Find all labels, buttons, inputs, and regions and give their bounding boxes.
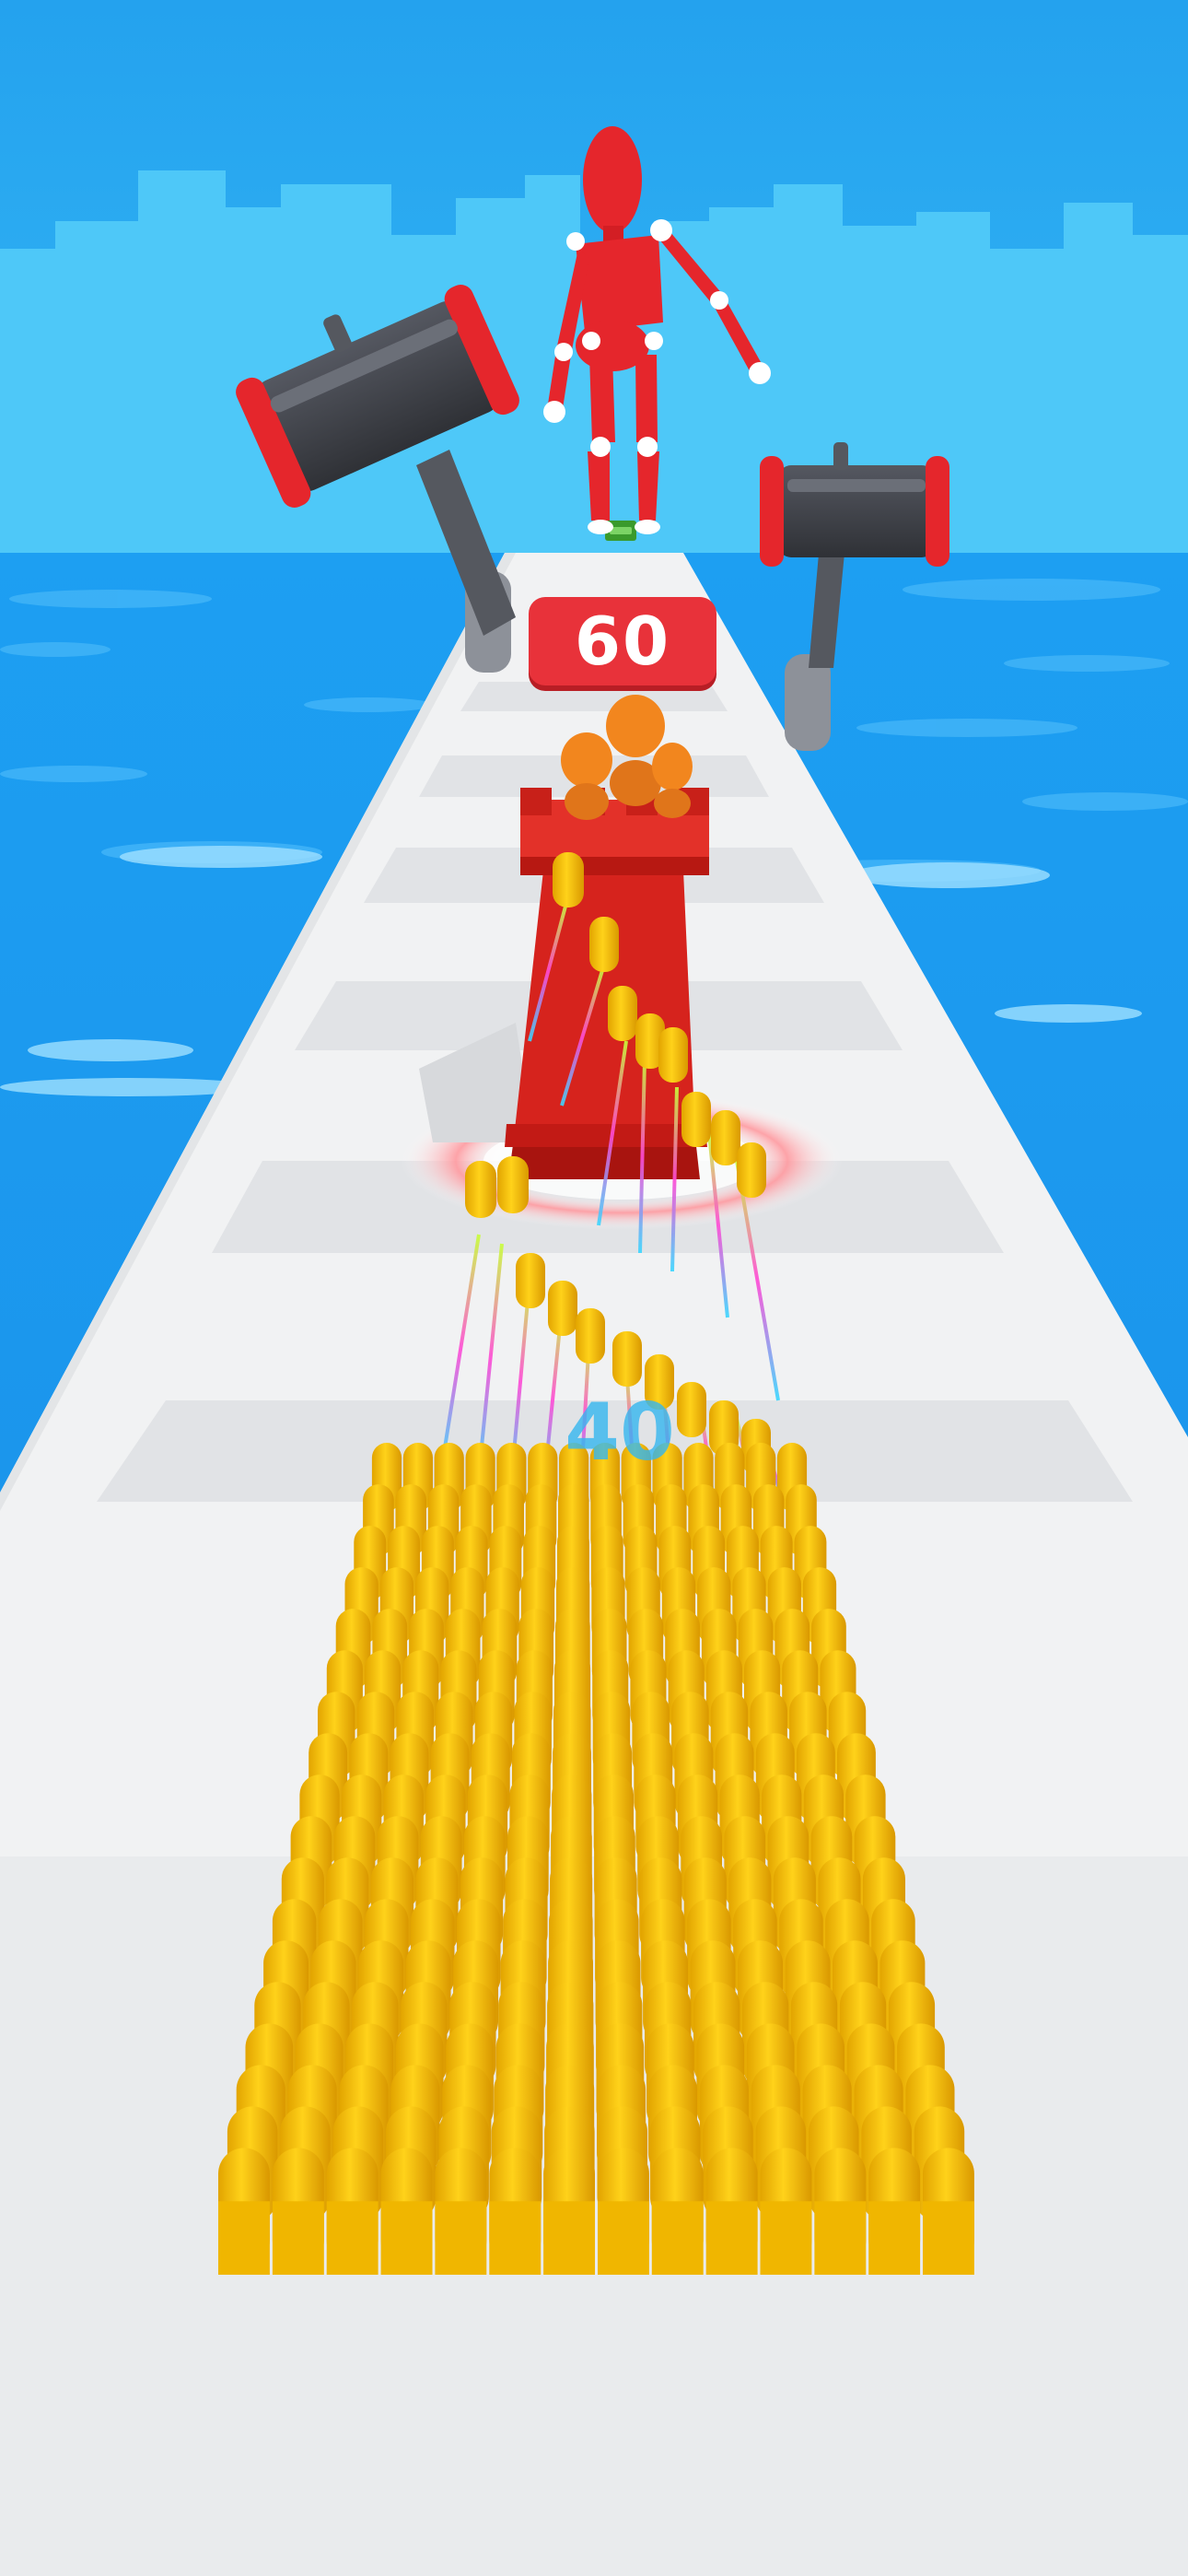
bullet-casing bbox=[489, 2201, 542, 2275]
bullet-casing bbox=[705, 2201, 758, 2275]
bullet-casing bbox=[543, 2201, 595, 2275]
bullet-casing bbox=[651, 2201, 704, 2275]
bullet-casing bbox=[380, 2201, 433, 2275]
bullet-casing bbox=[326, 2201, 379, 2275]
bullet-casing bbox=[923, 2201, 974, 2275]
bullet-casing bbox=[814, 2201, 867, 2275]
game-scene[interactable]: 60 40 bbox=[0, 0, 1188, 2576]
game-canvas bbox=[0, 0, 1188, 2576]
bullet-casing bbox=[272, 2201, 324, 2275]
bullet-casing bbox=[760, 2201, 812, 2275]
bullet-casing bbox=[598, 2201, 649, 2275]
floor-number-label: 40 bbox=[565, 1387, 675, 1479]
enemy-health-badge: 60 bbox=[529, 597, 716, 685]
bullet-casing bbox=[218, 2201, 270, 2275]
bullet-casing bbox=[868, 2201, 921, 2275]
bullet-casing bbox=[435, 2201, 487, 2275]
